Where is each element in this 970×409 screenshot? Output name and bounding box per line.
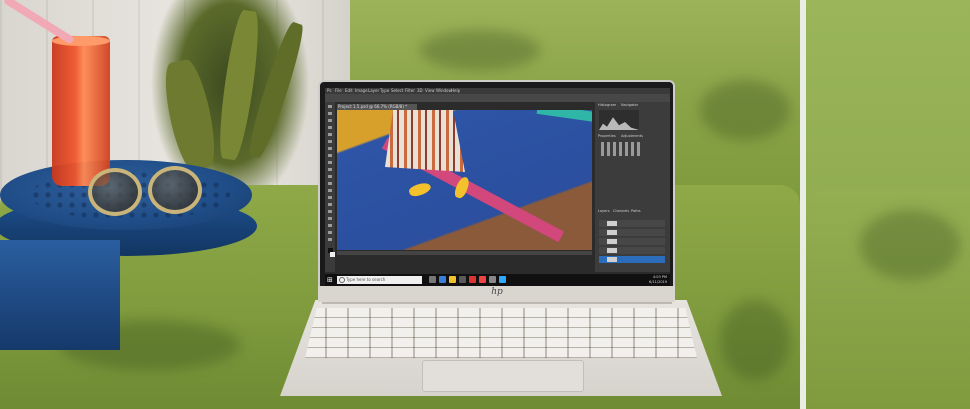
search-icon — [339, 277, 345, 283]
eyedropper-tool-icon[interactable] — [328, 140, 332, 143]
striped-skirt — [385, 110, 465, 172]
layer-thumbnail — [607, 221, 617, 226]
laptop-keyboard[interactable] — [305, 308, 697, 358]
task-view-icon[interactable] — [429, 276, 436, 283]
teal-stripe — [536, 110, 592, 123]
crop-tool-icon[interactable] — [328, 133, 332, 136]
background-color-icon[interactable] — [330, 252, 335, 257]
marquee-tool-icon[interactable] — [328, 112, 332, 115]
hand-tool-icon[interactable] — [328, 231, 332, 234]
layer-thumbnail — [607, 239, 617, 244]
lasso-tool-icon[interactable] — [328, 119, 332, 122]
stamp-tool-icon[interactable] — [328, 161, 332, 164]
leaf-shadow — [700, 80, 790, 140]
laptop-touchpad[interactable] — [422, 360, 584, 392]
pen-tool-icon[interactable] — [328, 203, 332, 206]
tab-paths[interactable]: Paths — [631, 209, 641, 214]
camera-icon[interactable] — [489, 276, 496, 283]
leaf-shadow — [420, 30, 540, 70]
tab-adjustments[interactable]: Adjustments — [621, 134, 643, 139]
store-icon[interactable] — [459, 276, 466, 283]
photo-scene: hp Ps File Edit Image Layer Type Select … — [0, 0, 970, 409]
shape-tool-icon[interactable] — [328, 224, 332, 227]
photoshop-options-bar[interactable] — [325, 94, 670, 102]
type-tool-icon[interactable] — [328, 210, 332, 213]
tab-layers[interactable]: Layers — [598, 209, 610, 214]
sunglasses-left-lens — [88, 168, 142, 216]
canvas-image — [337, 110, 592, 250]
laptop-screen[interactable]: Ps File Edit Image Layer Type Select Fil… — [325, 88, 670, 286]
layer-thumbnail — [607, 230, 617, 235]
hp-logo: hp — [491, 287, 503, 297]
layer-row[interactable] — [599, 220, 665, 227]
windows-taskbar: ⊞ Type here to search 4:03 PM 6/11/2019 — [325, 274, 670, 286]
yellow-shoe-left — [407, 180, 433, 199]
sunglasses-right-lens — [148, 166, 202, 214]
photoshop-canvas[interactable] — [337, 110, 592, 250]
blur-tool-icon[interactable] — [328, 189, 332, 192]
histogram-panel — [599, 110, 639, 130]
brush-tool-icon[interactable] — [328, 154, 332, 157]
layer-thumbnail — [607, 257, 617, 262]
select-tool-icon[interactable] — [328, 126, 332, 129]
gradient-tool-icon[interactable] — [328, 182, 332, 185]
taskbar-search-box[interactable]: Type here to search — [337, 276, 422, 284]
leaf-shadow — [860, 210, 960, 280]
layer-row-selected[interactable] — [599, 256, 665, 263]
layer-row[interactable] — [599, 238, 665, 245]
table-base — [0, 240, 120, 350]
photoshop-status-bar — [337, 251, 592, 255]
layer-thumbnail — [607, 248, 617, 253]
dodge-tool-icon[interactable] — [328, 196, 332, 199]
move-tool-icon[interactable] — [328, 105, 332, 108]
tab-histogram[interactable]: Histogram — [598, 103, 616, 108]
red-drink-glass — [52, 36, 110, 186]
histogram-graph — [599, 117, 639, 130]
tray-date: 6/11/2019 — [649, 280, 667, 284]
windows-start-icon[interactable]: ⊞ — [327, 276, 335, 284]
history-brush-icon[interactable] — [328, 168, 332, 171]
layer-row[interactable] — [599, 229, 665, 236]
zoom-tool-icon[interactable] — [328, 238, 332, 241]
photoshop-toolbar[interactable] — [325, 102, 335, 272]
file-explorer-icon[interactable] — [449, 276, 456, 283]
system-tray-clock[interactable]: 4:03 PM 6/11/2019 — [649, 275, 667, 285]
tab-navigator[interactable]: Navigator — [621, 103, 638, 108]
photoshop-taskbar-icon[interactable] — [499, 276, 506, 283]
tab-channels[interactable]: Channels — [613, 209, 629, 214]
app-icon[interactable] — [469, 276, 476, 283]
path-select-icon[interactable] — [328, 217, 332, 220]
leaf-shadow — [720, 300, 790, 380]
tab-properties[interactable]: Properties — [598, 134, 616, 139]
adjustment-icons[interactable] — [601, 142, 641, 156]
browser-icon[interactable] — [439, 276, 446, 283]
heal-tool-icon[interactable] — [328, 147, 332, 150]
photoshop-right-panels[interactable]: Histogram Navigator Properties Adjustmen… — [595, 102, 670, 272]
layer-row[interactable] — [599, 247, 665, 254]
search-placeholder: Type here to search — [346, 277, 386, 282]
eraser-tool-icon[interactable] — [328, 175, 332, 178]
media-icon[interactable] — [479, 276, 486, 283]
